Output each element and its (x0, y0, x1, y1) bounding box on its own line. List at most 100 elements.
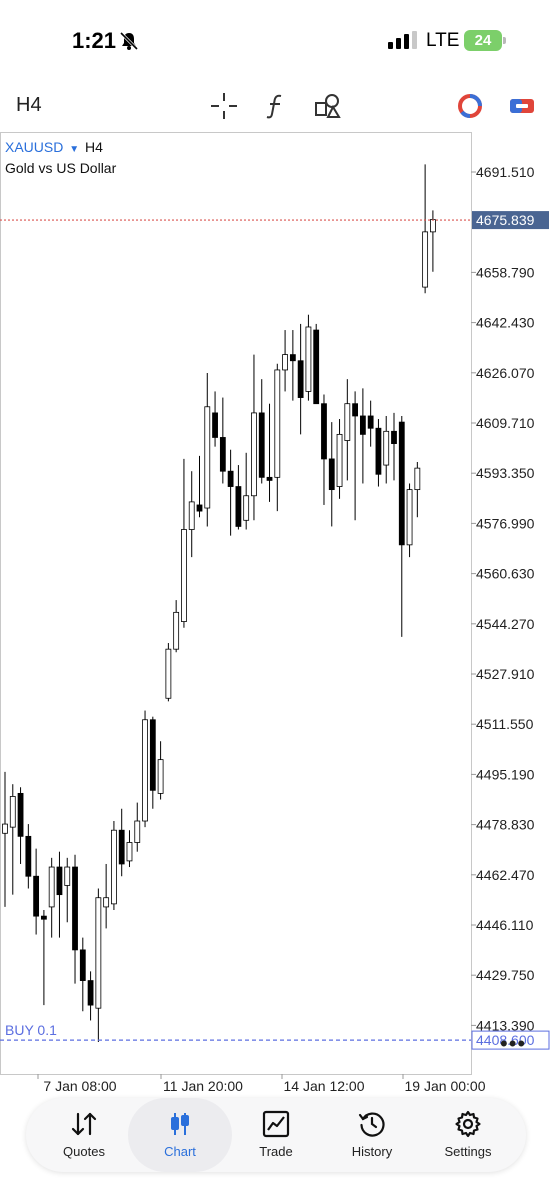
symbol-selector[interactable]: XAUUSD (5, 139, 63, 155)
candle-up (422, 231, 429, 288)
candle-up (336, 433, 343, 487)
battery-level: 24 (464, 30, 502, 51)
bottom-nav: Quotes Chart Trade History Settings (26, 1098, 526, 1172)
candle-down (235, 486, 242, 527)
candle-down (33, 875, 40, 917)
bell-muted-icon (119, 31, 139, 51)
price-axis-label: 4511.550 (476, 716, 534, 732)
candle-down (41, 915, 47, 920)
candle-up (173, 611, 180, 650)
candle-up (305, 326, 312, 392)
crosshair-icon[interactable] (210, 92, 238, 120)
price-axis-label: 4495.190 (476, 766, 535, 782)
nav-trade-label: Trade (259, 1144, 293, 1159)
gear-icon (455, 1110, 481, 1138)
price-axis-label: 4560.630 (476, 566, 535, 582)
timeframe-button[interactable]: H4 (16, 94, 42, 117)
candle-down (118, 829, 125, 865)
nav-quotes[interactable]: Quotes (34, 1098, 134, 1172)
price-axis-label: 4527.910 (476, 666, 535, 682)
status-bar: 1:21 LTE 24 (0, 0, 553, 80)
trade-panel-icon[interactable] (508, 92, 536, 120)
chart-toolbar: H4 (0, 80, 553, 130)
symbol-dropdown-icon[interactable]: ▼ (69, 144, 79, 155)
candle-down (313, 329, 320, 405)
candle-up (251, 412, 257, 497)
candle-down (297, 360, 304, 398)
buy-order-label[interactable]: BUY 0.1 (5, 1022, 57, 1038)
candle-up (383, 430, 390, 466)
chart-timeframe: H4 (85, 139, 103, 155)
candle-down (25, 835, 32, 877)
candle-down (72, 866, 78, 951)
nav-history[interactable]: History (322, 1098, 422, 1172)
candle-up (274, 369, 281, 478)
candle-down (212, 412, 218, 438)
price-axis-label: 4691.510 (476, 164, 535, 180)
app-root: 1:21 LTE 24 H4 4691.510 4658.790 4642.43… (0, 0, 553, 1200)
chart-canvas[interactable]: 4691.510 4658.790 4642.430 4626.070 4609.710… (0, 132, 553, 1100)
candle-up (188, 501, 195, 530)
price-axis-label: 4429.750 (476, 967, 535, 983)
plot-frame (0, 132, 472, 1075)
candle-down (196, 504, 203, 512)
symbol-description: Gold vs US Dollar (5, 160, 117, 176)
nav-quotes-label: Quotes (63, 1144, 105, 1159)
nav-settings[interactable]: Settings (418, 1098, 518, 1172)
market-watch-icon[interactable] (456, 92, 484, 120)
history-clock-icon (358, 1112, 385, 1137)
candle-up (48, 866, 55, 908)
candle-down (17, 792, 24, 837)
candle-down (219, 437, 226, 472)
chart-header: XAUUSD ▼ H4 Gold vs US Dollar (5, 138, 116, 178)
candle-down (352, 403, 359, 417)
candle-down (258, 412, 265, 478)
candle-down (266, 476, 273, 481)
candle-up (414, 467, 421, 491)
candle-up (142, 719, 148, 822)
candles-icon (171, 1113, 189, 1135)
nav-trade[interactable]: Trade (226, 1098, 326, 1172)
more-options-icon[interactable]: ••• (500, 1033, 526, 1055)
objects-icon[interactable] (314, 92, 342, 120)
candle-up (9, 796, 16, 828)
candle-up (2, 823, 8, 834)
candle-up (157, 759, 164, 794)
candle-up (64, 866, 71, 886)
time-axis-label: 19 Jan 00:00 (405, 1078, 486, 1094)
candle-up (344, 403, 351, 441)
candle-down (227, 470, 234, 487)
candle-down (149, 719, 156, 791)
nav-history-label: History (351, 1144, 393, 1159)
quotes-arrows-icon (71, 1112, 97, 1136)
candle-down (398, 421, 405, 546)
price-chart[interactable]: 4691.510 4658.790 4642.430 4626.070 4609.710… (0, 132, 553, 1100)
nav-chart-label: Chart (164, 1144, 196, 1159)
candle-up (103, 897, 110, 908)
trade-chart-icon (262, 1110, 290, 1138)
price-axis-label: 4478.830 (476, 817, 535, 833)
candle-down (391, 430, 397, 444)
candle-down (289, 354, 296, 362)
candle-down (328, 458, 335, 491)
function-icon[interactable] (262, 92, 290, 120)
candle-down (359, 415, 366, 435)
candle-up (134, 820, 141, 843)
price-axis-label: 4609.710 (476, 415, 535, 431)
time-axis-label: 7 Jan 08:00 (43, 1078, 116, 1094)
candle-up (429, 219, 436, 233)
price-axis-label: 4544.270 (476, 616, 535, 632)
candle-down (375, 427, 382, 475)
nav-chart[interactable]: Chart (128, 1098, 232, 1172)
nav-settings-label: Settings (444, 1144, 492, 1159)
time-axis-label: 11 Jan 20:00 (163, 1078, 243, 1094)
candle-up (165, 648, 172, 699)
candle-up (111, 829, 117, 905)
status-time: 1:21 (72, 28, 117, 53)
price-axis-label: 4642.430 (476, 315, 535, 331)
battery-indicator: 24 (464, 30, 506, 51)
battery-tip (503, 37, 506, 44)
time-axis-label: 14 Jan 12:00 (284, 1078, 365, 1094)
price-axis-label: 4626.070 (476, 365, 535, 381)
candle-down (56, 866, 63, 896)
